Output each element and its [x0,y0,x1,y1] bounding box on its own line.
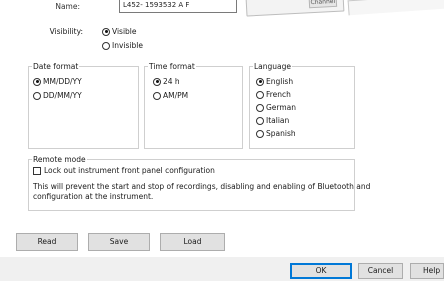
lockout-checkbox[interactable]: Lock out instrument front panel configur… [33,166,215,175]
read-button[interactable]: Read [16,233,78,251]
radio-empty-icon [256,103,264,112]
language-italian-label: Italian [266,116,290,125]
name-label: Name: [55,2,80,11]
language-italian-radio[interactable]: Italian [256,116,289,125]
date-format-mmddyy-label: MM/DD/YY [43,77,82,86]
name-input[interactable]: L452- 1593532 A F [119,0,237,13]
visibility-visible-radio[interactable]: Visible [102,27,137,36]
load-button[interactable]: Load [160,233,225,251]
visibility-invisible-label: Invisible [112,41,143,50]
visibility-label: Visibility: [49,27,83,36]
language-french-label: French [266,90,291,99]
time-format-24h-label: 24 h [163,77,180,86]
language-german-radio[interactable]: German [256,103,296,112]
date-format-group: Date format MM/DD/YY DD/MM/YY [28,62,139,149]
lockout-checkbox-label: Lock out instrument front panel configur… [44,166,215,175]
remote-mode-description: This will prevent the start and stop of … [33,182,371,202]
background-window-fragment-right [347,0,444,16]
radio-empty-icon [33,91,41,100]
language-title: Language [253,62,293,71]
date-format-title: Date format [32,62,80,71]
help-button[interactable]: Help [410,263,444,279]
radio-empty-icon [102,41,110,50]
date-format-ddmmyy-radio[interactable]: DD/MM/YY [33,91,82,100]
time-format-ampm-radio[interactable]: AM/PM [153,91,188,100]
radio-selected-icon [153,77,161,86]
visibility-visible-label: Visible [112,27,137,36]
cancel-button[interactable]: Cancel [358,263,403,279]
language-english-radio[interactable]: English [256,77,293,86]
language-german-label: German [266,103,297,112]
time-format-group: Time format 24 h AM/PM [144,62,243,149]
language-french-radio[interactable]: French [256,90,291,99]
radio-empty-icon [256,129,264,138]
background-window-fragment: Channel 1 [245,0,345,17]
radio-empty-icon [153,91,161,100]
remote-mode-group: Remote mode Lock out instrument front pa… [28,155,371,211]
remote-mode-description-line-2: configuration at the instrument. [33,192,154,201]
radio-empty-icon [256,116,264,125]
checkbox-empty-icon [33,166,41,175]
background-channel-label: Channel 1 [308,0,338,9]
time-format-24h-radio[interactable]: 24 h [153,77,180,86]
remote-mode-title: Remote mode [32,155,87,164]
radio-empty-icon [256,90,264,99]
language-spanish-label: Spanish [266,129,296,138]
language-english-label: English [266,77,294,86]
time-format-title: Time format [148,62,196,71]
date-format-ddmmyy-label: DD/MM/YY [43,91,82,100]
remote-mode-description-line-1: This will prevent the start and stop of … [33,182,371,191]
language-group: Language English French German Italian S… [249,62,355,149]
save-button[interactable]: Save [88,233,150,251]
radio-selected-icon [102,27,110,36]
date-format-mmddyy-radio[interactable]: MM/DD/YY [33,77,82,86]
radio-selected-icon [33,77,41,86]
radio-selected-icon [256,77,264,86]
visibility-invisible-radio[interactable]: Invisible [102,41,143,50]
time-format-ampm-label: AM/PM [163,91,189,100]
language-spanish-radio[interactable]: Spanish [256,129,296,138]
ok-button[interactable]: OK [290,263,352,279]
